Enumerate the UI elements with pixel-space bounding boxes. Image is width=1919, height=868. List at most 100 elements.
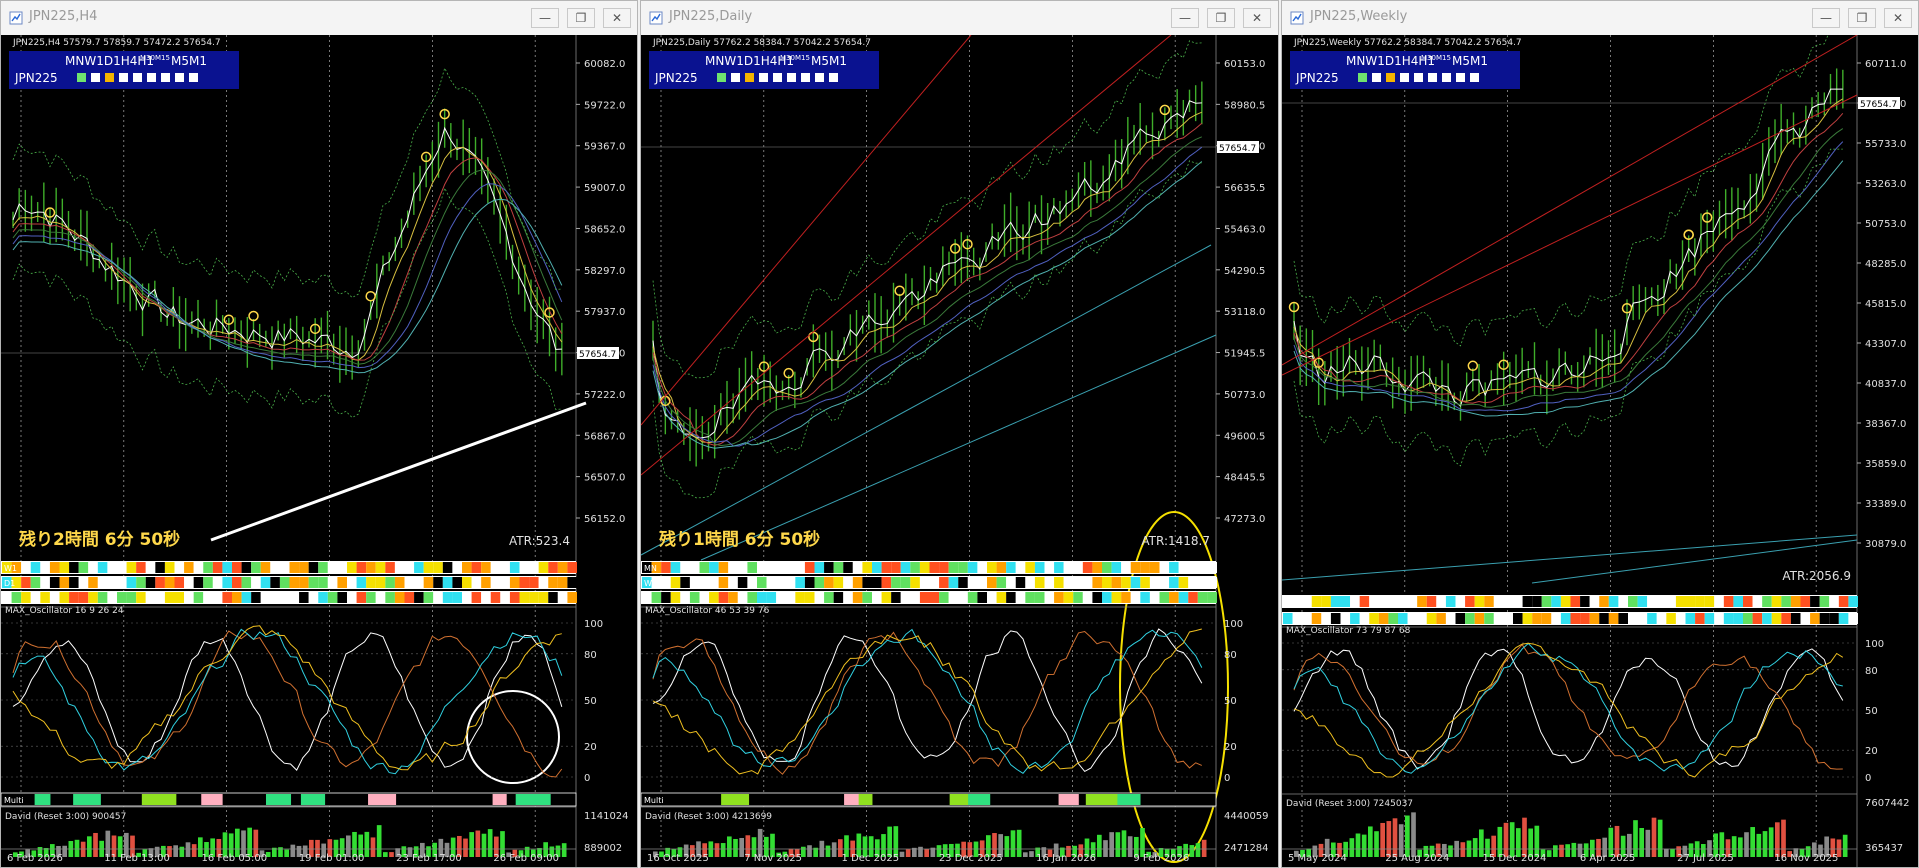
heat-cell [1781,613,1791,624]
window-titlebar[interactable]: JPN225,Daily — ❐ ✕ [641,1,1278,36]
symbol-label: JPN225 [654,71,698,85]
heat-cell [1102,562,1112,573]
heat-cell [1445,613,1456,624]
window-titlebar[interactable]: JPN225,Weekly — ❐ ✕ [1282,1,1918,36]
volume-bar [376,825,382,857]
heat-cell [356,592,367,603]
david-tick-label: 4440059 [1224,811,1269,822]
heat-cell [1513,613,1523,624]
heat-cell [40,592,50,603]
trend-square [1358,73,1367,82]
heat-cell [442,592,453,603]
trend-line [641,34,972,426]
minimize-button[interactable]: — [1812,8,1840,28]
restore-button[interactable]: ❐ [1848,8,1876,28]
price-tick-label: 56635.5 [1224,183,1265,194]
heat-cell [145,577,156,588]
heat-cell [1800,613,1811,624]
heat-cell [1484,596,1494,607]
chart-window-weekly[interactable]: JPN225,Weekly — ❐ ✕ JPN225,Weekly 57762.… [1281,0,1919,868]
close-button[interactable]: ✕ [1243,8,1271,28]
heat-cell [1121,562,1131,573]
restore-button[interactable]: ❐ [1207,8,1235,28]
heat-cell [1819,596,1830,607]
chart-canvas[interactable]: JPN225,Daily 57762.2 58384.7 57042.2 576… [641,34,1278,867]
moving-average-line [1293,112,1844,404]
heat-cell [174,562,185,573]
heat-cell [174,592,185,603]
heat-cell [1675,613,1686,624]
heat-cell [929,592,940,603]
heat-cell [1560,613,1571,624]
volume-bar [1775,822,1780,857]
chart-window-h4[interactable]: JPN225,H4 — ❐ ✕ JPN225,H4 57579.7 57859.… [0,0,638,868]
date-tick-label: 16 Feb 05:00 [202,853,268,864]
trend-square [1386,73,1395,82]
heat-cell [203,577,213,588]
heat-cell [97,577,108,588]
price-tick-label: 54290.5 [1224,266,1265,277]
trend-square [1470,73,1479,82]
price-tick-label: 45815.0 [1865,299,1906,310]
heat-cell [21,592,31,603]
heat-cell [699,592,710,603]
minimize-button[interactable]: — [1171,8,1199,28]
heat-cell [1006,562,1016,573]
trend-line [210,401,587,542]
volume-bar [1645,829,1651,857]
volume-bar [831,842,837,857]
volume-bar [469,832,474,857]
oscillator-line [12,628,563,775]
volume-bar [1762,831,1768,857]
volume-bar [481,833,487,857]
heat-cell [766,592,777,603]
heat-cell [776,592,786,603]
heat-cell [78,577,89,588]
heat-cell [433,562,443,573]
heat-cell [1723,596,1734,607]
chart-window-daily[interactable]: JPN225,Daily — ❐ ✕ JPN225,Daily 57762.2 … [640,0,1279,868]
chart-canvas[interactable]: JPN225,H4 57579.7 57859.7 57472.2 57654.… [1,35,637,867]
heat-cell [1130,592,1141,603]
heat-cell [347,577,357,588]
volume-bar [1355,833,1361,857]
heat-cell [509,562,520,573]
oscillator-tick-label: 20 [584,742,597,753]
heat-cell [833,577,844,588]
heat-cell [795,577,805,588]
heat-cell [69,592,79,603]
restore-button[interactable]: ❐ [567,8,595,28]
volume-bar [1374,831,1379,857]
heat-cell [1599,613,1609,624]
current-price-label: 57654.7 [579,350,616,360]
volume-bar [475,830,481,857]
volume-bar [1109,832,1114,857]
oscillator-tick-label: 80 [1224,650,1237,661]
heat-cell [1025,562,1035,573]
heat-cell [1034,577,1045,588]
multi-cell [721,794,750,805]
window-titlebar[interactable]: JPN225,H4 — ❐ ✕ [1,1,637,36]
oscillator-line [12,625,562,771]
heat-cell [891,562,901,573]
heat-cell [776,562,786,573]
date-tick-label: 19 Feb 01:00 [299,853,365,864]
heat-cell [557,592,568,603]
heat-cell [222,592,232,603]
close-button[interactable]: ✕ [1884,8,1912,28]
close-button[interactable]: ✕ [603,8,631,28]
heat-cell [1015,562,1026,573]
heat-cell [347,562,357,573]
trend-square [119,73,128,82]
heat-cell [1398,596,1408,607]
heat-cell [919,577,930,588]
chart-canvas[interactable]: JPN225,Weekly 57762.2 58384.7 57042.2 57… [1282,28,1918,867]
heat-cell [1073,562,1083,573]
volume-bar [364,831,370,857]
heat-cell [1378,596,1389,607]
heat-cell [747,577,757,588]
volume-bar [1756,833,1762,857]
heat-cell [117,577,127,588]
heat-cell [1369,613,1379,624]
minimize-button[interactable]: — [531,8,559,28]
